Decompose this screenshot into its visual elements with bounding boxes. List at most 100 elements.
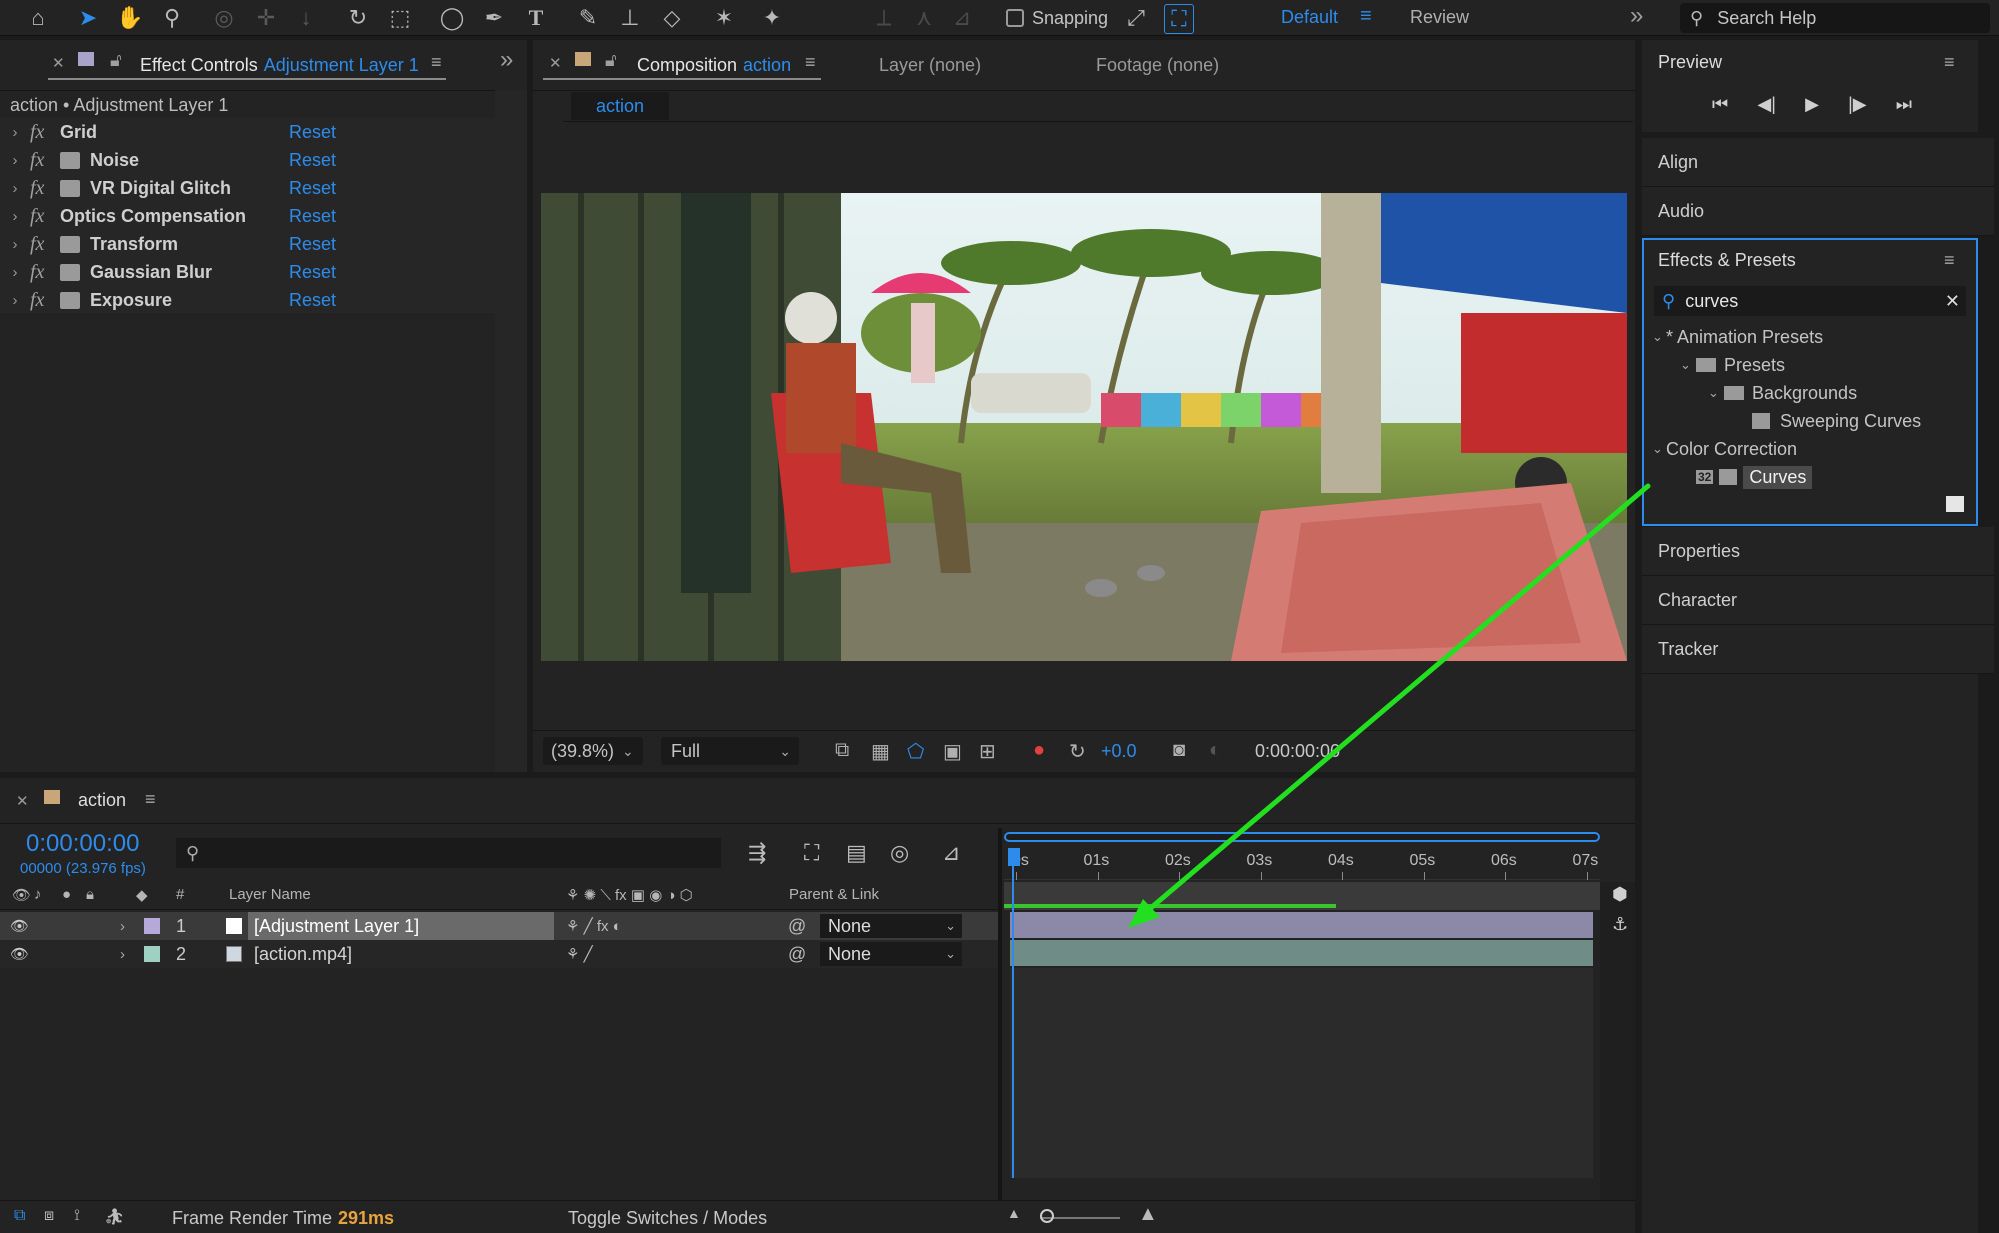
tree-presets-folder[interactable]: ⌄ Presets bbox=[1680, 352, 1785, 378]
hide-shy-layers-icon[interactable]: ▤ bbox=[846, 840, 867, 866]
effect-reset-link[interactable]: Reset bbox=[289, 150, 336, 171]
expand-chevron-icon[interactable]: › bbox=[0, 124, 30, 141]
expand-chevron-icon[interactable]: › bbox=[120, 918, 125, 935]
layer-switch-icons[interactable]: ⚘ ╱ bbox=[566, 945, 593, 963]
search-help-field[interactable]: ⚲ Search Help bbox=[1680, 3, 1990, 33]
effect-row-vr-digital-glitch[interactable]: › fx VR Digital Glitch Reset bbox=[0, 174, 495, 203]
tree-sweeping-curves[interactable]: Sweeping Curves bbox=[1752, 408, 1921, 434]
panel-menu-icon[interactable]: ≡ bbox=[145, 789, 156, 810]
selection-tool-icon[interactable]: ➤ bbox=[74, 4, 102, 32]
toggle-switches-modes-button[interactable]: Toggle Switches / Modes bbox=[568, 1208, 767, 1229]
pan-behind-tool-icon[interactable]: ⬚ bbox=[386, 4, 414, 32]
last-frame-icon[interactable]: ⏭ bbox=[1896, 94, 1912, 115]
fx-toggle-icon[interactable]: fx bbox=[30, 149, 60, 172]
panel-menu-icon[interactable]: ≡ bbox=[431, 52, 442, 73]
comp-subtab-action[interactable]: action bbox=[571, 92, 669, 120]
region-of-interest-icon[interactable]: ▣ bbox=[943, 739, 962, 764]
effect-reset-link[interactable]: Reset bbox=[289, 262, 336, 283]
fx-toggle-icon[interactable]: fx bbox=[30, 205, 60, 228]
parent-dropdown[interactable]: None ⌄ bbox=[820, 942, 962, 966]
viewer-timecode[interactable]: 0:00:00:00 bbox=[1255, 741, 1340, 762]
effect-row-noise[interactable]: › fx Noise Reset bbox=[0, 146, 495, 175]
comp-marker-bin-icon[interactable]: ⬢ bbox=[1612, 884, 1628, 905]
expand-chevron-icon[interactable]: › bbox=[120, 946, 125, 963]
visibility-eye-icon[interactable]: 👁︎ bbox=[10, 945, 29, 963]
type-tool-icon[interactable]: T bbox=[522, 4, 550, 32]
rotation-tool-icon[interactable]: ↻ bbox=[344, 4, 372, 32]
visibility-eye-icon[interactable]: 👁︎ bbox=[10, 917, 29, 935]
layer-name-column-header[interactable]: Layer Name bbox=[229, 886, 311, 903]
hand-tool-icon[interactable]: ✋ bbox=[116, 4, 144, 32]
previous-frame-icon[interactable]: ◀︎| bbox=[1757, 94, 1776, 115]
pick-whip-icon[interactable]: @ bbox=[788, 944, 806, 965]
tab-footage[interactable]: Footage (none) bbox=[1096, 40, 1219, 90]
panel-menu-icon[interactable]: ≡ bbox=[1944, 250, 1955, 271]
playhead-handle[interactable] bbox=[1008, 848, 1020, 866]
tab-layer[interactable]: Layer (none) bbox=[879, 40, 981, 90]
panel-overflow-icon[interactable]: » bbox=[500, 46, 513, 74]
fx-toggle-icon[interactable]: fx bbox=[30, 289, 60, 312]
clear-search-icon[interactable]: ✕ bbox=[1945, 291, 1960, 312]
in-out-toggle-icon[interactable]: ⟟ bbox=[74, 1207, 80, 1225]
composition-viewer[interactable] bbox=[541, 193, 1627, 661]
mask-visibility-icon[interactable]: ⬠ bbox=[907, 739, 924, 764]
snapshot-camera-icon[interactable]: ◙ bbox=[1173, 739, 1185, 762]
expand-chevron-icon[interactable]: › bbox=[0, 180, 30, 197]
tracker-panel-header[interactable]: Tracker bbox=[1642, 625, 1994, 674]
clone-stamp-icon[interactable]: ⊥ bbox=[616, 4, 644, 32]
new-bin-icon[interactable] bbox=[1946, 496, 1964, 512]
view-axis-icon[interactable]: ⊿ bbox=[948, 4, 976, 32]
fx-toggle-icon[interactable]: fx bbox=[30, 233, 60, 256]
timeline-tab-name[interactable]: action bbox=[78, 790, 126, 811]
anchor-link-icon[interactable]: ⚓︎ bbox=[1612, 914, 1628, 935]
comp-flowchart-icon[interactable]: ⇶ bbox=[748, 840, 766, 866]
character-panel-header[interactable]: Character bbox=[1642, 576, 1994, 625]
solo-header-icon[interactable]: ● bbox=[62, 886, 71, 903]
expand-chevron-icon[interactable]: › bbox=[0, 236, 30, 253]
tree-color-correction[interactable]: ⌄ Color Correction bbox=[1652, 436, 1797, 462]
expand-chevron-icon[interactable]: › bbox=[0, 208, 30, 225]
brush-tool-icon[interactable]: ✎ bbox=[574, 4, 602, 32]
frame-blending-icon[interactable]: ◎ bbox=[890, 840, 909, 866]
puppet-pin-icon[interactable]: ✦ bbox=[758, 4, 786, 32]
lock-icon[interactable]: 🔓︎ bbox=[605, 50, 617, 71]
layer-label-swatch[interactable] bbox=[144, 918, 160, 934]
guides-grid-icon[interactable]: ⊞ bbox=[979, 739, 996, 764]
pick-whip-icon[interactable]: @ bbox=[788, 916, 806, 937]
effect-row-optics-compensation[interactable]: › fx Optics Compensation Reset bbox=[0, 202, 495, 231]
snapping-checkbox[interactable] bbox=[1006, 9, 1024, 27]
align-panel-header[interactable]: Align bbox=[1642, 138, 1994, 187]
lock-header-icon[interactable]: 🔒︎ bbox=[86, 886, 94, 903]
play-icon[interactable]: ▶ bbox=[1805, 94, 1819, 115]
color-channels-icon[interactable]: ● bbox=[1033, 739, 1045, 762]
graph-editor-icon[interactable]: ⊿ bbox=[942, 840, 960, 866]
properties-panel-header[interactable]: Properties bbox=[1642, 527, 1994, 576]
fx-toggle-icon[interactable]: fx bbox=[30, 177, 60, 200]
effect-row-gaussian-blur[interactable]: › fx Gaussian Blur Reset bbox=[0, 258, 495, 287]
time-navigator[interactable] bbox=[1004, 832, 1600, 842]
effects-search-field[interactable]: ⚲ curves ✕ bbox=[1654, 286, 1966, 316]
parent-dropdown[interactable]: None ⌄ bbox=[820, 914, 962, 938]
zoom-dropdown[interactable]: (39.8%) ⌄ bbox=[543, 737, 643, 765]
zoom-in-icon[interactable]: ▲ bbox=[1138, 1203, 1158, 1226]
pen-tool-icon[interactable]: ✒ bbox=[480, 4, 508, 32]
lock-icon[interactable]: 🔓︎ bbox=[110, 50, 122, 71]
close-icon[interactable]: ✕ bbox=[16, 792, 29, 810]
exposure-value[interactable]: +0.0 bbox=[1101, 741, 1137, 762]
effect-controls-scrollbar[interactable] bbox=[495, 90, 527, 772]
render-time-toggle-icon[interactable]: ⛹︎ bbox=[104, 1207, 124, 1227]
audio-switch-header-icon[interactable]: ♪ bbox=[34, 886, 42, 903]
panel-menu-icon[interactable]: ≡ bbox=[1944, 52, 1955, 73]
effect-row-transform[interactable]: › fx Transform Reset bbox=[0, 230, 495, 259]
expand-chevron-icon[interactable]: › bbox=[0, 264, 30, 281]
expand-chevron-icon[interactable]: › bbox=[0, 152, 30, 169]
zoom-out-icon[interactable]: ▲ bbox=[1007, 1205, 1021, 1221]
layer-label-swatch[interactable] bbox=[144, 946, 160, 962]
time-navigator-range[interactable] bbox=[1004, 832, 1600, 842]
layer-switch-icons[interactable]: ⚘ ╱ fx ◐ bbox=[566, 917, 622, 935]
dolly-camera-icon[interactable]: ↓ bbox=[292, 4, 320, 32]
layer-row-adjustment[interactable]: 👁︎ › 1 [Adjustment Layer 1] ⚘ ╱ fx ◐ @ N… bbox=[0, 912, 1000, 940]
pan-camera-icon[interactable]: ✛ bbox=[252, 4, 280, 32]
label-header-icon[interactable]: ◆ bbox=[136, 886, 148, 904]
close-icon[interactable]: ✕ bbox=[549, 54, 562, 72]
